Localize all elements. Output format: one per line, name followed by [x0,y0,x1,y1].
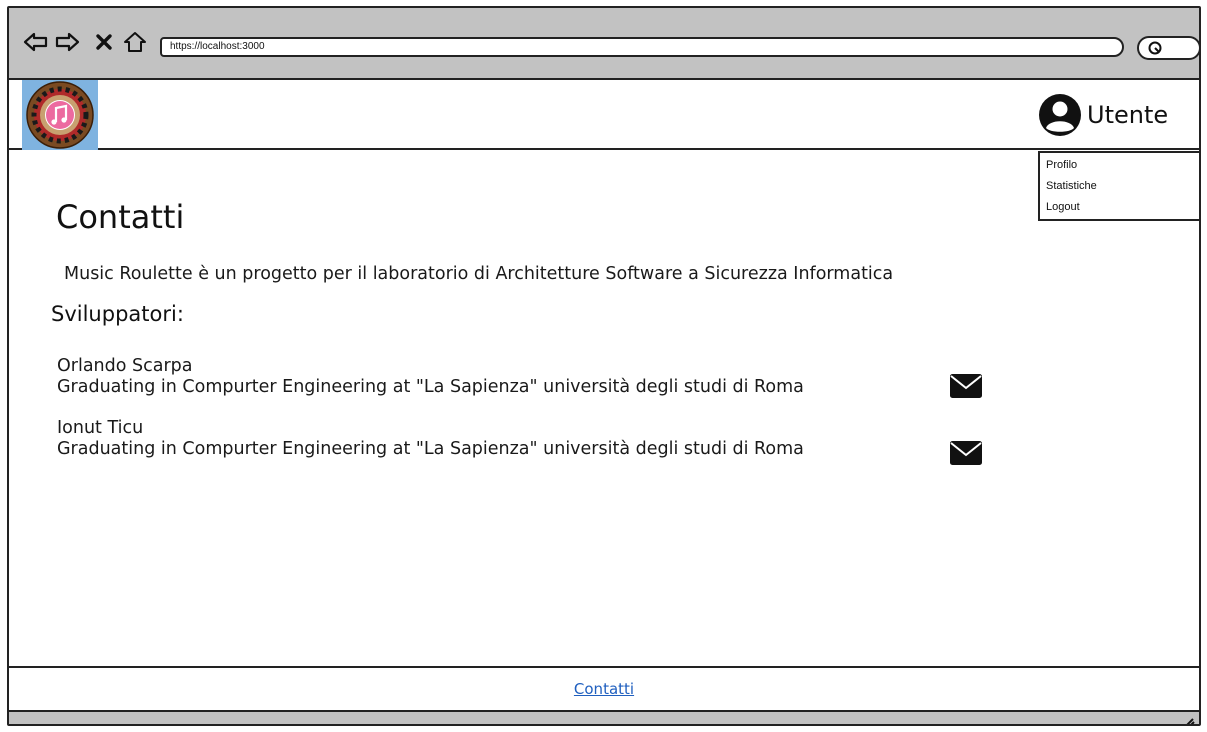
user-dropdown-menu: Profilo Statistiche Logout [1038,151,1199,221]
browser-toolbar: https://localhost:3000 [9,8,1199,80]
developer-name: Orlando Scarpa [57,356,193,376]
menu-item-logout[interactable]: Logout [1046,197,1199,218]
address-bar[interactable]: https://localhost:3000 [160,37,1124,57]
back-arrow-icon[interactable] [23,30,49,54]
forward-arrow-icon[interactable] [54,30,80,54]
footer: Contatti [9,666,1199,712]
menu-item-profilo[interactable]: Profilo [1046,155,1199,176]
close-x-icon[interactable] [94,30,114,54]
developer-name: Ionut Ticu [57,418,144,438]
music-roulette-logo[interactable] [22,80,98,150]
envelope-icon[interactable] [949,440,983,466]
menu-item-statistiche[interactable]: Statistiche [1046,176,1199,197]
search-icon [1148,41,1162,55]
footer-link-contatti[interactable]: Contatti [574,680,634,698]
search-button[interactable] [1137,36,1199,60]
page-title: Contatti [56,198,185,236]
developers-heading: Sviluppatori: [51,302,184,326]
developer-bio: Graduating in Compurter Engineering at "… [57,439,804,459]
app-header: Utente [9,80,1199,150]
status-bar [9,712,1199,724]
home-icon[interactable] [122,30,148,54]
developer-entry: Ionut Ticu Graduating in Compurter Engin… [57,418,804,460]
developer-entry: Orlando Scarpa Graduating in Compurter E… [57,356,804,398]
user-menu-button[interactable]: Utente [1037,90,1168,140]
resize-grip-icon[interactable] [1181,714,1195,724]
developer-bio: Graduating in Compurter Engineering at "… [57,377,804,397]
user-label: Utente [1087,101,1169,129]
browser-window: https://localhost:3000 Utente Profilo St… [7,6,1201,726]
user-avatar-icon [1039,94,1081,136]
envelope-icon[interactable] [949,373,983,399]
project-description: Music Roulette è un progetto per il labo… [64,264,894,284]
